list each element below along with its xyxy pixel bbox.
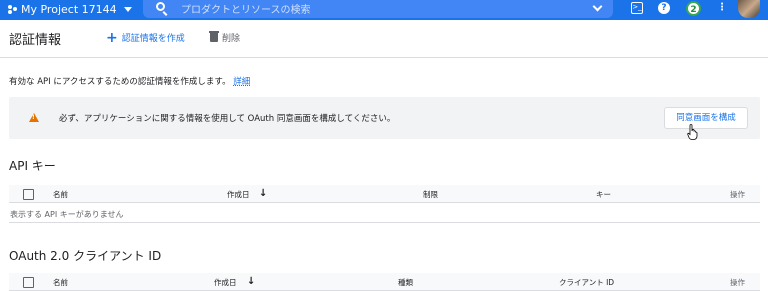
chevron-down-icon[interactable] <box>592 1 603 12</box>
delete-label: 削除 <box>222 34 241 44</box>
intro-description: 有効な API にアクセスするための認証情報を作成します。 <box>9 77 231 87</box>
top-app-bar: My Project 17144 プロダクトとリソースの検索 >_ ? 2 ⋮ <box>0 0 768 20</box>
configure-consent-screen-button[interactable]: 同意画面を構成 <box>664 107 748 129</box>
api-keys-table-header: 名前 作成日 ↓ 制限 キー 操作 <box>9 185 760 203</box>
page-header: 認証情報 + 認証情報を作成 削除 <box>0 20 768 58</box>
page-title: 認証情報 <box>9 33 62 48</box>
notification-badge[interactable]: 2 <box>686 1 701 16</box>
oauth-clients-title: OAuth 2.0 クライアント ID <box>9 249 162 263</box>
search-bar[interactable]: プロダクトとリソースの検索 <box>143 0 613 18</box>
column-actions: 操作 <box>730 278 745 287</box>
oauth-table-header: 名前 作成日 ↓ 種類 クライアント ID 操作 <box>9 273 760 291</box>
project-selector[interactable]: My Project 17144 <box>8 0 132 18</box>
select-all-checkbox[interactable] <box>23 277 34 288</box>
help-icon[interactable]: ? <box>658 2 670 14</box>
create-credentials-label: 認証情報を作成 <box>121 34 185 44</box>
caret-down-icon <box>123 6 132 12</box>
column-name[interactable]: 名前 <box>53 277 68 288</box>
intro-text: 有効な API にアクセスするための認証情報を作成します。 詳細 <box>9 75 250 87</box>
api-keys-empty-message: 表示する API キーがありません <box>9 205 760 223</box>
column-key[interactable]: キー <box>596 189 611 200</box>
cloud-shell-icon[interactable]: >_ <box>631 2 643 14</box>
select-all-checkbox[interactable] <box>23 189 34 200</box>
column-type[interactable]: 種類 <box>398 277 413 288</box>
column-client-id[interactable]: クライアント ID <box>559 277 614 288</box>
project-name: My Project 17144 <box>21 2 117 16</box>
create-credentials-button[interactable]: + 認証情報を作成 <box>106 29 185 46</box>
project-dots-icon <box>8 4 17 14</box>
arrow-down-icon[interactable]: ↓ <box>247 277 255 287</box>
banner-text: 必ず、アプリケーションに関する情報を使用して OAuth 同意画面を構成してくだ… <box>59 114 396 124</box>
column-created[interactable]: 作成日 <box>227 189 250 200</box>
column-name[interactable]: 名前 <box>53 189 68 200</box>
learn-more-link[interactable]: 詳細 <box>233 77 250 87</box>
avatar[interactable] <box>738 0 760 18</box>
api-keys-title: API キー <box>9 159 56 173</box>
warning-icon <box>29 113 39 122</box>
more-vert-icon[interactable]: ⋮ <box>716 2 728 14</box>
column-actions: 操作 <box>730 190 745 199</box>
search-icon <box>156 2 165 11</box>
arrow-down-icon[interactable]: ↓ <box>259 189 267 199</box>
plus-icon: + <box>106 29 118 46</box>
consent-warning-banner: 必ず、アプリケーションに関する情報を使用して OAuth 同意画面を構成してくだ… <box>9 97 760 139</box>
search-placeholder[interactable]: プロダクトとリソースの検索 <box>181 1 311 16</box>
hand-cursor-icon <box>687 124 698 140</box>
delete-button[interactable]: 削除 <box>209 31 241 44</box>
trash-icon <box>209 31 219 42</box>
column-created[interactable]: 作成日 <box>214 277 237 288</box>
column-restrictions[interactable]: 制限 <box>423 189 438 200</box>
